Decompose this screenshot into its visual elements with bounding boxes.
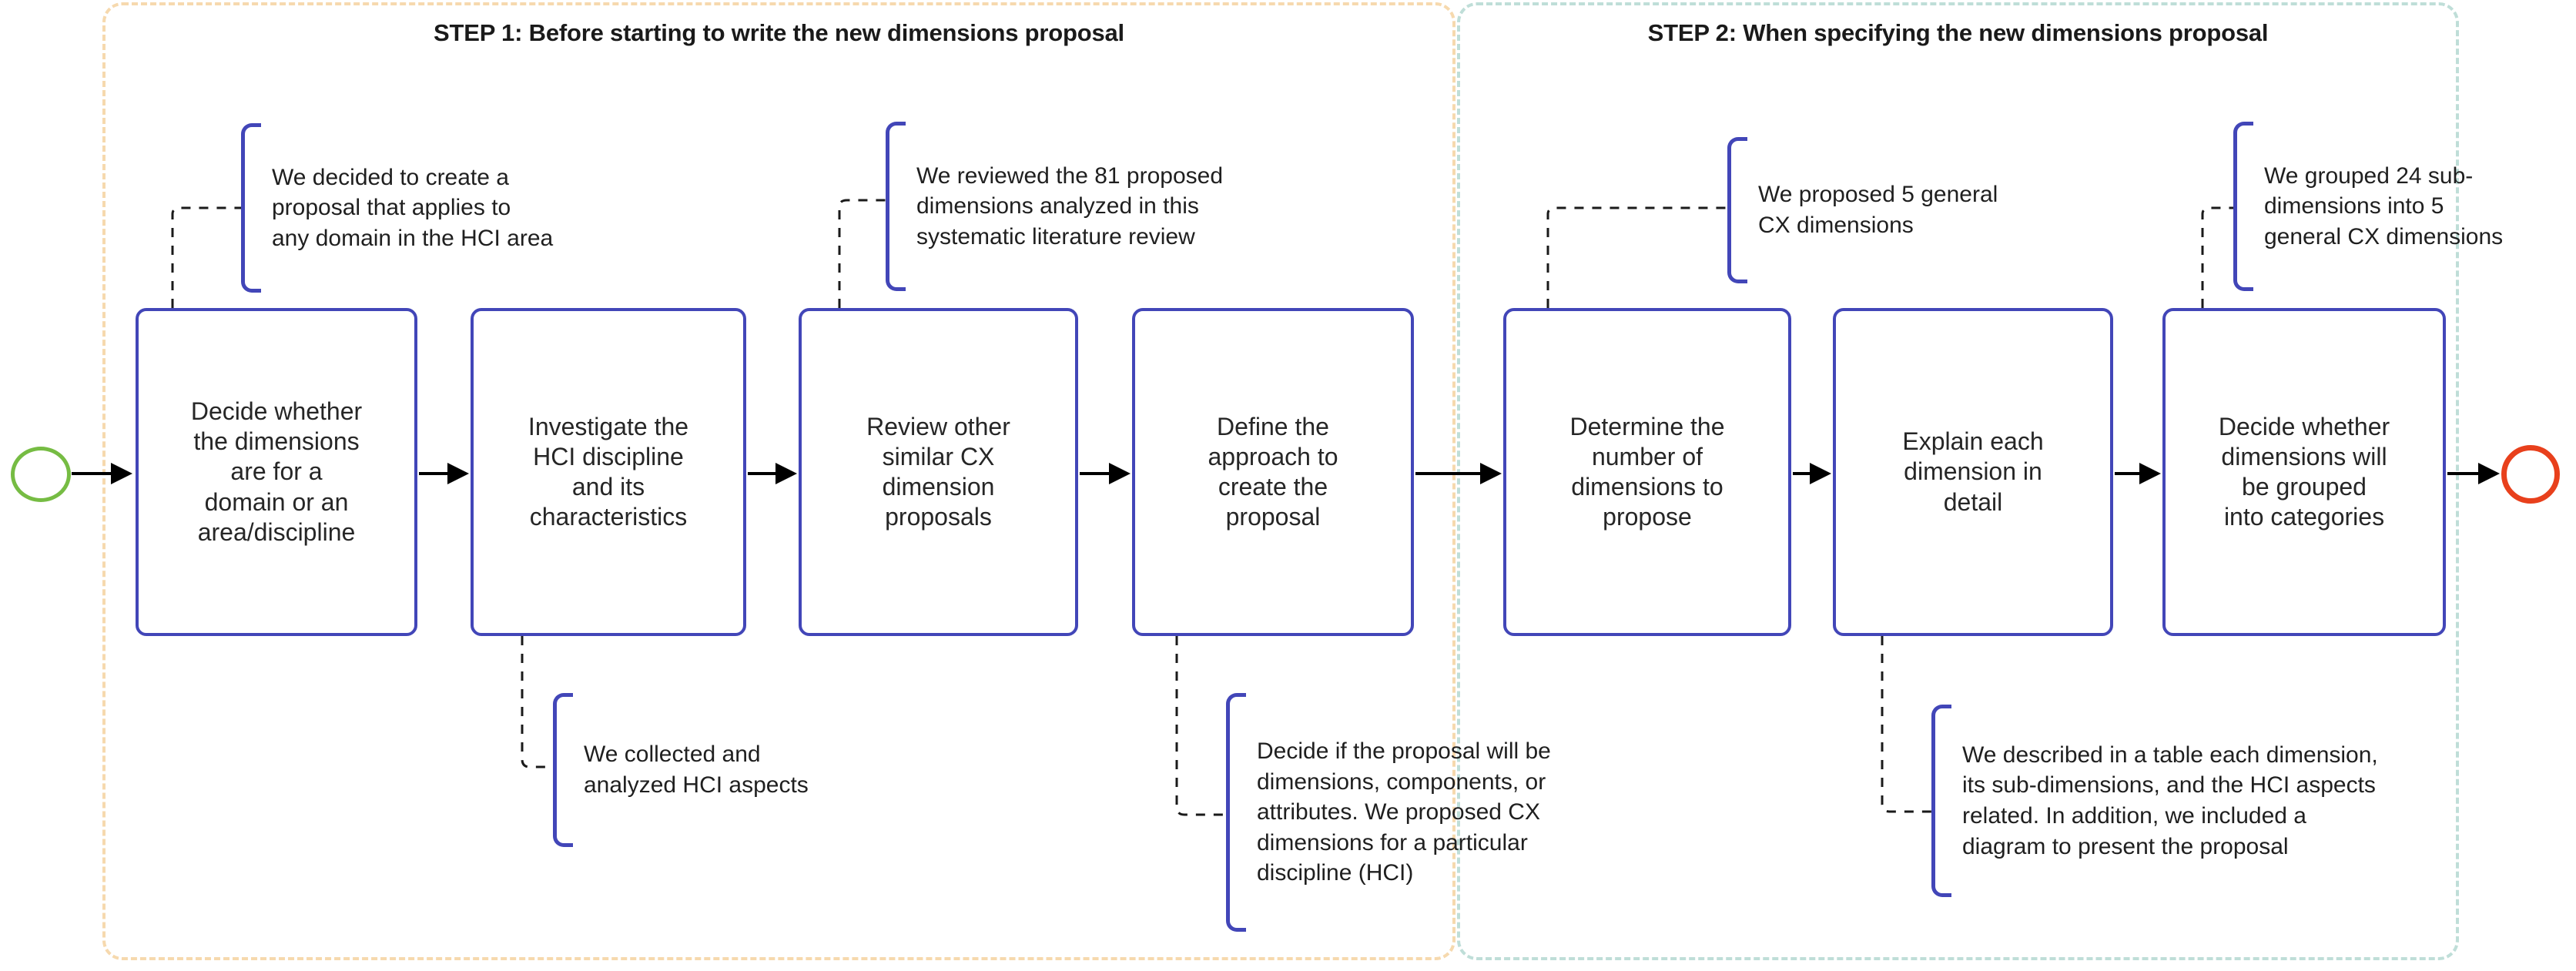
callout-5-general-cx: We proposed 5 general CX dimensions [1727, 137, 2089, 283]
box-determine-number-label: Determine the number of dimensions to pr… [1569, 412, 1725, 531]
box-explain-each[interactable]: Explain each dimension in detail [1833, 308, 2113, 636]
callout-any-domain-text: We decided to create a proposal that app… [272, 164, 554, 251]
box-explain-each-label: Explain each dimension in detail [1902, 427, 2044, 516]
callout-table-description: We described in a table each dimension, … [1931, 705, 2513, 897]
callout-24-subdimensions: We grouped 24 sub- dimensions into 5 gen… [2233, 122, 2564, 291]
callout-hci-aspects: We collected and analyzed HCI aspects [553, 693, 907, 847]
callout-dimensions-components: Decide if the proposal will be dimension… [1226, 693, 1657, 932]
step-1-title: STEP 1: Before starting to write the new… [434, 19, 1124, 46]
start-circle [11, 447, 71, 502]
callout-dimensions-components-text: Decide if the proposal will be dimension… [1257, 738, 1551, 886]
callout-81-dimensions: We reviewed the 81 proposed dimensions a… [886, 122, 1332, 291]
box-review-cx[interactable]: Review other similar CX dimension propos… [799, 308, 1078, 636]
callout-any-domain: We decided to create a proposal that app… [241, 123, 641, 293]
box-group-categories[interactable]: Decide whether dimensions will be groupe… [2162, 308, 2446, 636]
callout-81-dimensions-text: We reviewed the 81 proposed dimensions a… [916, 162, 1224, 249]
box-investigate-hci-label: Investigate the HCI discipline and its c… [528, 412, 689, 531]
callout-24-subdimensions-text: We grouped 24 sub- dimensions into 5 gen… [2264, 162, 2504, 249]
callout-table-description-text: We described in a table each dimension, … [1962, 742, 2378, 859]
callout-bracket-icon [886, 122, 906, 291]
callout-bracket-icon [241, 123, 261, 293]
callout-bracket-icon [1226, 693, 1246, 932]
box-define-approach-label: Define the approach to create the propos… [1208, 412, 1338, 531]
callout-bracket-icon [1931, 705, 1951, 897]
box-decide-domain[interactable]: Decide whether the dimensions are for a … [136, 308, 417, 636]
end-circle [2501, 445, 2560, 504]
box-group-categories-label: Decide whether dimensions will be groupe… [2218, 412, 2390, 531]
step-2-title: STEP 2: When specifying the new dimensio… [1647, 19, 2269, 46]
box-decide-domain-label: Decide whether the dimensions are for a … [190, 397, 363, 546]
box-define-approach[interactable]: Define the approach to create the propos… [1132, 308, 1414, 636]
callout-bracket-icon [1727, 137, 1747, 283]
box-investigate-hci[interactable]: Investigate the HCI discipline and its c… [471, 308, 746, 636]
callout-5-general-cx-text: We proposed 5 general CX dimensions [1758, 182, 1998, 238]
callout-bracket-icon [553, 693, 573, 847]
callout-bracket-icon [2233, 122, 2253, 291]
box-review-cx-label: Review other similar CX dimension propos… [866, 412, 1010, 531]
callout-hci-aspects-text: We collected and analyzed HCI aspects [584, 742, 809, 798]
flowchart-canvas: STEP 1: Before starting to write the new… [0, 0, 2576, 971]
box-determine-number[interactable]: Determine the number of dimensions to pr… [1503, 308, 1791, 636]
